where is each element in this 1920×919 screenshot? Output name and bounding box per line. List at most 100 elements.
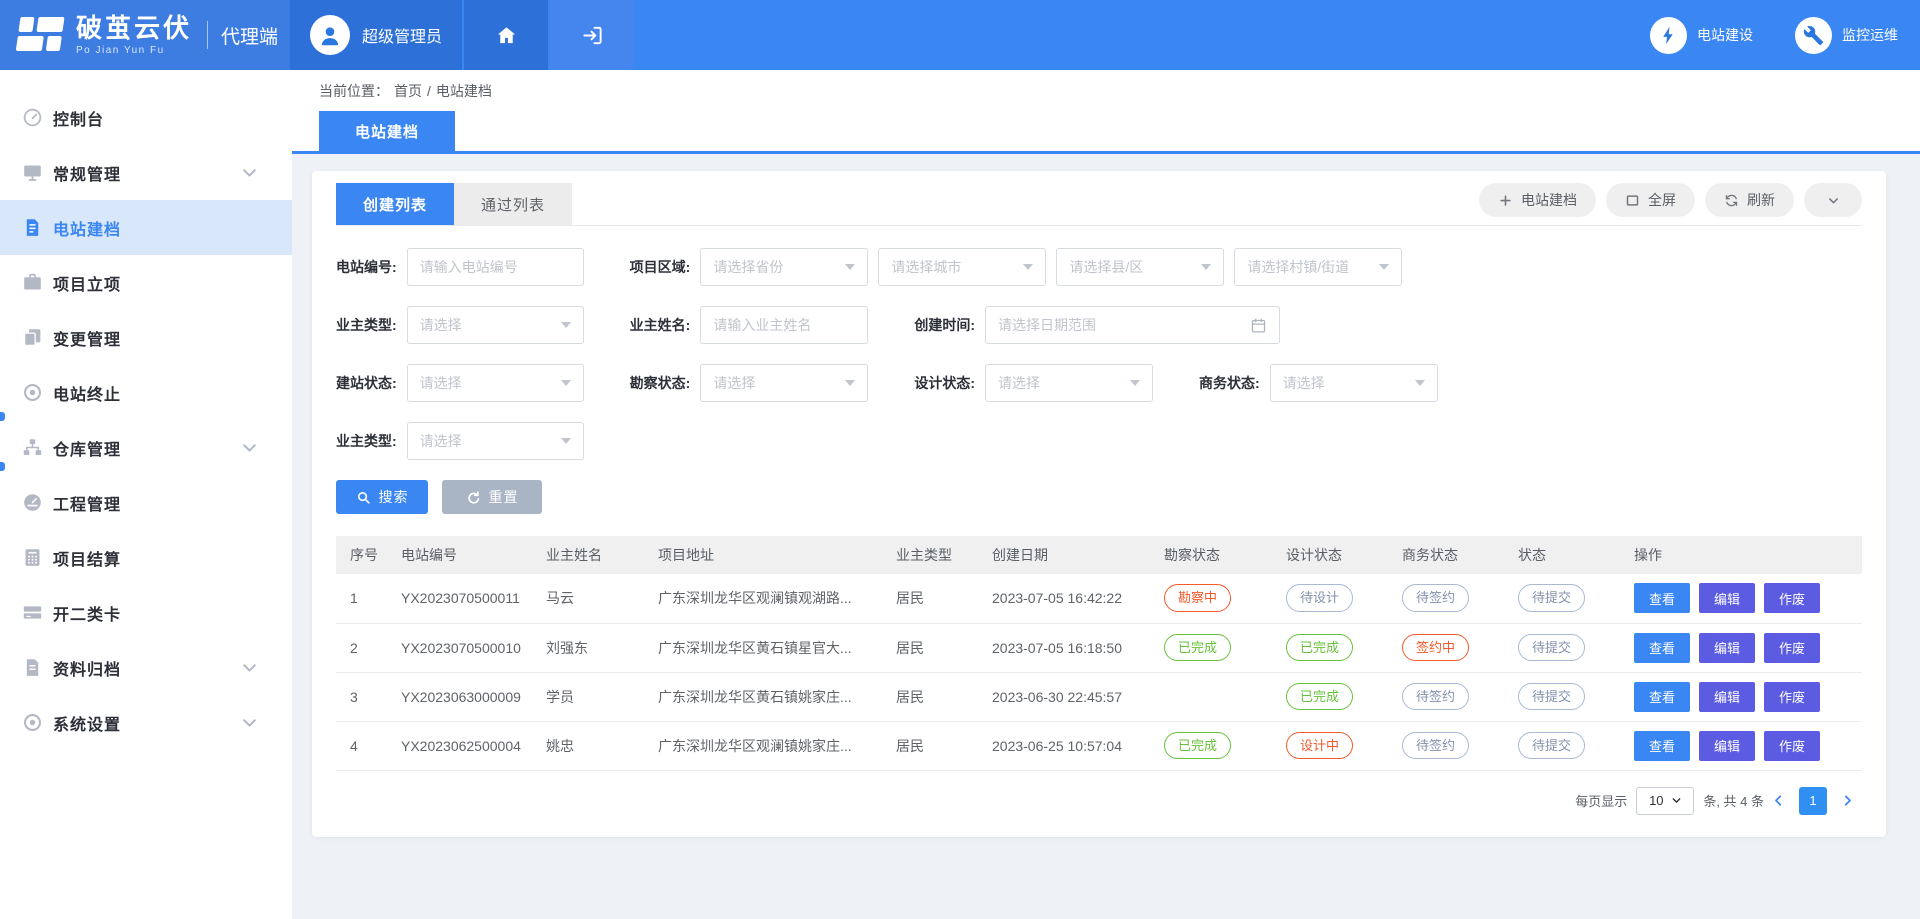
owner-type2-select-group: 业主类型:请选择 bbox=[336, 422, 584, 460]
sidebar-item-change-mgmt[interactable]: 变更管理 bbox=[0, 310, 292, 365]
owner-name-input[interactable] bbox=[713, 317, 855, 333]
tab-passed-list[interactable]: 通过列表 bbox=[454, 183, 572, 225]
sidebar-item-project-initiation[interactable]: 项目立项 bbox=[0, 255, 292, 310]
chevron-down-icon bbox=[239, 162, 260, 183]
province-select[interactable]: 请选择省份 bbox=[700, 248, 868, 286]
search-button[interactable]: 搜索 bbox=[336, 480, 428, 514]
page-tab-station-archive[interactable]: 电站建档 bbox=[319, 111, 455, 151]
sidebar-item-station-archive[interactable]: 电站建档 bbox=[0, 200, 292, 255]
copy-icon bbox=[22, 327, 43, 348]
table-cell: 2023-06-25 10:57:04 bbox=[982, 721, 1154, 770]
build-status-select[interactable]: 请选择 bbox=[407, 364, 584, 402]
owner-type-select[interactable]: 请选择 bbox=[407, 306, 584, 344]
collapse-button[interactable] bbox=[1804, 183, 1862, 217]
nav-monitor-ops[interactable]: 监控运维 bbox=[1795, 17, 1898, 54]
status-cell: 待签约 bbox=[1392, 721, 1508, 770]
caret-down-icon bbox=[1201, 264, 1211, 270]
table-cell: 居民 bbox=[886, 672, 982, 721]
view-row-button[interactable]: 查看 bbox=[1634, 682, 1690, 712]
create-time-input[interactable] bbox=[998, 317, 1250, 333]
table-cell: 马云 bbox=[536, 574, 648, 623]
sidebar-item-project-settlement[interactable]: 项目结算 bbox=[0, 530, 292, 585]
nav-station-build[interactable]: 电站建设 bbox=[1650, 17, 1753, 54]
user-menu[interactable]: 超级管理员 bbox=[290, 0, 462, 70]
panel-header: 创建列表通过列表 电站建档全屏 刷新 bbox=[336, 171, 1862, 226]
station-code-input[interactable] bbox=[420, 259, 571, 275]
logout-button[interactable] bbox=[550, 0, 634, 70]
chevron-down-icon bbox=[239, 712, 260, 733]
breadcrumb-current: 电站建档 bbox=[436, 81, 492, 101]
owner-name-input[interactable] bbox=[700, 306, 868, 344]
void-row-button[interactable]: 作废 bbox=[1764, 731, 1820, 761]
create-time-input[interactable] bbox=[985, 306, 1280, 344]
edit-row-button[interactable]: 编辑 bbox=[1699, 583, 1755, 613]
prev-page-button[interactable] bbox=[1770, 792, 1787, 809]
status-cell: 待提交 bbox=[1508, 574, 1624, 623]
table-column-header: 操作 bbox=[1624, 536, 1862, 574]
table-column-header: 序号 bbox=[336, 536, 391, 574]
table-cell: YX2023070500010 bbox=[391, 623, 536, 672]
page-number[interactable]: 1 bbox=[1799, 787, 1827, 815]
person-icon bbox=[317, 21, 343, 49]
void-row-button[interactable]: 作废 bbox=[1764, 633, 1820, 663]
sidebar-item-engineering-mgmt[interactable]: 工程管理 bbox=[0, 475, 292, 530]
station-code-input[interactable] bbox=[407, 248, 584, 286]
status-badge: 设计中 bbox=[1286, 732, 1353, 760]
header-spacer bbox=[636, 0, 1608, 70]
owner-type2-select[interactable]: 请选择 bbox=[407, 422, 584, 460]
city-select[interactable]: 请选择城市 bbox=[878, 248, 1046, 286]
table-column-header: 业主姓名 bbox=[536, 536, 648, 574]
filter-row: 业主类型:请选择 bbox=[336, 422, 1862, 460]
table-cell: 居民 bbox=[886, 574, 982, 623]
tab-create-list[interactable]: 创建列表 bbox=[336, 183, 454, 225]
county-select[interactable]: 请选择县/区 bbox=[1056, 248, 1224, 286]
view-row-button[interactable]: 查看 bbox=[1634, 583, 1690, 613]
sidebar-item-system-settings[interactable]: 系统设置 bbox=[0, 695, 292, 750]
edit-row-button[interactable]: 编辑 bbox=[1699, 731, 1755, 761]
sidebar-item-type2-card[interactable]: 开二类卡 bbox=[0, 585, 292, 640]
home-button[interactable] bbox=[464, 0, 548, 70]
briefcase-icon bbox=[22, 272, 43, 293]
void-row-button[interactable]: 作废 bbox=[1764, 682, 1820, 712]
per-page-select[interactable]: 10 bbox=[1636, 787, 1694, 815]
panel-tabs: 创建列表通过列表 bbox=[336, 183, 572, 225]
select-placeholder: 请选择 bbox=[420, 373, 462, 393]
refresh-button[interactable]: 刷新 bbox=[1705, 183, 1794, 217]
town-select[interactable]: 请选择村镇/街道 bbox=[1234, 248, 1402, 286]
filter-row: 业主类型:请选择业主姓名:创建时间: bbox=[336, 306, 1862, 344]
survey-status-select[interactable]: 请选择 bbox=[700, 364, 868, 402]
design-status-select[interactable]: 请选择 bbox=[985, 364, 1153, 402]
nav-label: 电站建设 bbox=[1697, 25, 1753, 45]
logo-icon bbox=[15, 17, 66, 53]
card-icon bbox=[22, 602, 43, 623]
edit-row-button[interactable]: 编辑 bbox=[1699, 682, 1755, 712]
breadcrumb-home-link[interactable]: 首页 bbox=[394, 81, 422, 101]
station-archive-button[interactable]: 电站建档 bbox=[1479, 183, 1596, 217]
settings-icon bbox=[22, 712, 43, 733]
gauge-icon bbox=[22, 107, 43, 128]
edit-row-button[interactable]: 编辑 bbox=[1699, 633, 1755, 663]
table-cell: 2 bbox=[336, 623, 391, 672]
view-row-button[interactable]: 查看 bbox=[1634, 731, 1690, 761]
sidebar-item-label: 控制台 bbox=[53, 106, 104, 130]
sidebar-item-station-termination[interactable]: 电站终止 bbox=[0, 365, 292, 420]
table-header-row: 序号电站编号业主姓名项目地址业主类型创建日期勘察状态设计状态商务状态状态操作 bbox=[336, 536, 1862, 574]
sidebar: 控制台常规管理电站建档项目立项变更管理电站终止仓库管理工程管理项目结算开二类卡资… bbox=[0, 70, 292, 919]
sidebar-item-general-mgmt[interactable]: 常规管理 bbox=[0, 145, 292, 200]
business-status-select[interactable]: 请选择 bbox=[1270, 364, 1438, 402]
toolbar-button-label: 刷新 bbox=[1747, 190, 1775, 210]
fullscreen-button[interactable]: 全屏 bbox=[1606, 183, 1695, 217]
station-code-input-group: 电站编号: bbox=[336, 248, 584, 286]
reset-button[interactable]: 重置 bbox=[442, 480, 542, 514]
view-row-button[interactable]: 查看 bbox=[1634, 633, 1690, 663]
sitemap-icon bbox=[22, 437, 43, 458]
sidebar-item-label: 工程管理 bbox=[53, 491, 121, 515]
select-placeholder: 请选择 bbox=[713, 373, 755, 393]
sidebar-item-warehouse-mgmt[interactable]: 仓库管理 bbox=[0, 420, 292, 475]
sidebar-item-label: 资料归档 bbox=[53, 656, 121, 680]
void-row-button[interactable]: 作废 bbox=[1764, 583, 1820, 613]
status-cell: 待设计 bbox=[1276, 574, 1392, 623]
next-page-button[interactable] bbox=[1839, 792, 1856, 809]
sidebar-item-data-archive[interactable]: 资料归档 bbox=[0, 640, 292, 695]
sidebar-item-console[interactable]: 控制台 bbox=[0, 90, 292, 145]
